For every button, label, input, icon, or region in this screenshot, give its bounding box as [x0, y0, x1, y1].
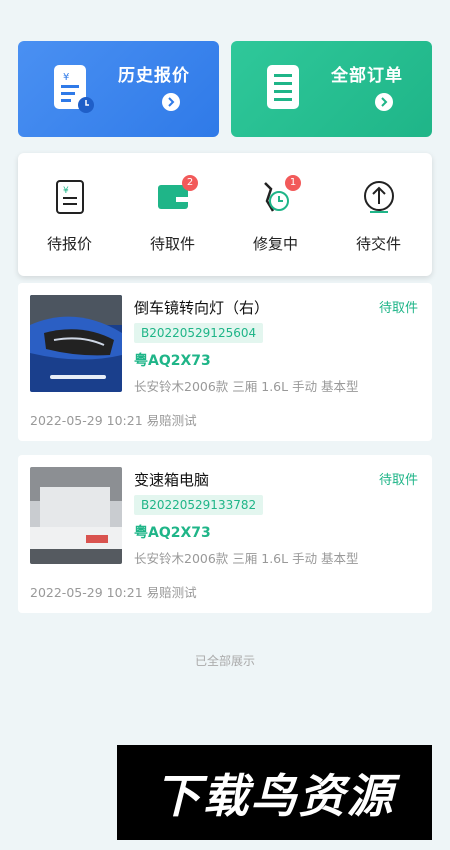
wrench-clock-icon: 1: [259, 175, 301, 215]
watermark-text: 下载鸟资源: [154, 768, 395, 823]
license-plate: 粤AQ2X73: [134, 353, 211, 369]
order-footer: 2022-05-29 10:21 易赔测试: [30, 585, 197, 600]
order-footer: 2022-05-29 10:21 易赔测试: [30, 413, 197, 428]
order-title: 倒车镜转向灯（右）: [134, 299, 270, 317]
order-card[interactable]: 倒车镜转向灯（右） 待取件 B20220529125604 粤AQ2X73 长安…: [18, 283, 432, 441]
order-title: 变速箱电脑: [134, 471, 210, 489]
tab-pending-pickup[interactable]: 2 待取件: [121, 153, 224, 276]
quote-list-icon: ¥: [53, 179, 87, 215]
tab-pending-quote[interactable]: ¥ 待报价: [18, 153, 121, 276]
order-list-icon: [267, 65, 299, 109]
all-orders-button[interactable]: 全部订单: [231, 41, 432, 137]
list-end-note: 已全部展示: [194, 654, 255, 668]
part-photo-ecu: [30, 467, 122, 564]
repair-count-badge: 1: [285, 175, 301, 191]
pickup-count-badge: 2: [182, 175, 198, 191]
order-card[interactable]: 变速箱电脑 待取件 B20220529133782 粤AQ2X73 长安铃木20…: [18, 455, 432, 613]
vehicle-model: 长安铃木2006款 三厢 1.6L 手动 基本型: [134, 379, 359, 394]
tab-repairing[interactable]: 1 修复中: [224, 153, 327, 276]
order-status: 待取件: [378, 473, 418, 488]
tab-pending-delivery[interactable]: 待交件: [327, 153, 430, 276]
tab-label: 修复中: [252, 235, 298, 253]
svg-text:¥: ¥: [63, 186, 69, 196]
wallet-icon: 2: [156, 175, 198, 215]
upload-icon: [362, 179, 396, 215]
order-number: B20220529125604: [134, 323, 264, 343]
history-quote-label: 历史报价: [118, 66, 190, 86]
order-status: 待取件: [378, 301, 418, 316]
quote-document-icon: ¥: [54, 65, 94, 113]
part-photo-headlight: [30, 295, 122, 392]
all-orders-label: 全部订单: [331, 66, 403, 86]
order-status-tabs: ¥ 待报价 2 待取件 1 修复中 待交件: [18, 153, 432, 276]
tab-label: 待报价: [46, 235, 92, 253]
svg-text:¥: ¥: [63, 72, 69, 83]
quick-actions: ¥ 历史报价 全部订单: [18, 41, 432, 137]
vehicle-model: 长安铃木2006款 三厢 1.6L 手动 基本型: [134, 551, 359, 566]
history-quote-button[interactable]: ¥ 历史报价: [18, 41, 219, 137]
chevron-right-icon: [375, 93, 393, 111]
license-plate: 粤AQ2X73: [134, 525, 211, 541]
order-number: B20220529133782: [134, 495, 264, 515]
tab-label: 待取件: [149, 235, 195, 253]
tab-label: 待交件: [355, 235, 401, 253]
watermark-banner: 下载鸟资源: [117, 745, 432, 840]
chevron-right-icon: [162, 93, 180, 111]
